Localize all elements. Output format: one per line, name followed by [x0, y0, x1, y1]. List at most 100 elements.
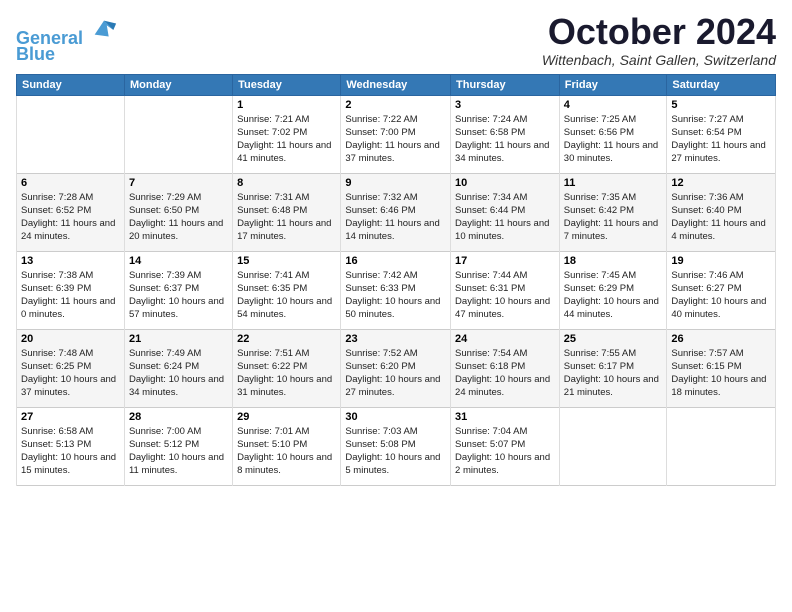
day-number: 6 — [21, 177, 120, 189]
day-number: 17 — [455, 255, 555, 267]
cell-3-6: 26 Sunrise: 7:57 AMSunset: 6:15 PMDayligh… — [667, 329, 776, 407]
cell-content: Sunrise: 7:42 AMSunset: 6:33 PMDaylight:… — [345, 270, 440, 321]
cell-content: Sunrise: 7:21 AMSunset: 7:02 PMDaylight:… — [237, 114, 331, 165]
day-number: 5 — [671, 99, 771, 111]
day-number: 10 — [455, 177, 555, 189]
cell-4-1: 28 Sunrise: 7:00 AMSunset: 5:12 PMDayligh… — [124, 407, 232, 485]
cell-2-0: 13Sunrise: 7:38 AMSunset: 6:39 PMDayligh… — [17, 251, 125, 329]
cell-1-3: 9Sunrise: 7:32 AMSunset: 6:46 PMDaylight… — [341, 173, 451, 251]
cell-1-5: 11 Sunrise: 7:35 AMSunset: 6:42 PMDayligh… — [559, 173, 667, 251]
day-number: 25 — [564, 333, 663, 345]
cell-content: Sunrise: 7:29 AMSunset: 6:50 PMDaylight:… — [129, 192, 223, 243]
cell-0-2: 1 Sunrise: 7:21 AMSunset: 7:02 PMDaylight… — [233, 95, 341, 173]
logo-bird-icon — [90, 16, 118, 44]
cell-content: Sunrise: 7:34 AMSunset: 6:44 PMDaylight:… — [455, 192, 549, 243]
cell-0-1 — [124, 95, 232, 173]
cell-3-3: 23 Sunrise: 7:52 AMSunset: 6:20 PMDayligh… — [341, 329, 451, 407]
cell-content: Sunrise: 7:36 AMSunset: 6:40 PMDaylight:… — [671, 192, 765, 243]
calendar-table: Sunday Monday Tuesday Wednesday Thursday… — [16, 74, 776, 486]
cell-content: Sunrise: 7:31 AMSunset: 6:48 PMDaylight:… — [237, 192, 331, 243]
day-number: 15 — [237, 255, 336, 267]
day-number: 11 — [564, 177, 663, 189]
cell-4-2: 29 Sunrise: 7:01 AMSunset: 5:10 PMDayligh… — [233, 407, 341, 485]
cell-0-5: 4 Sunrise: 7:25 AMSunset: 6:56 PMDaylight… — [559, 95, 667, 173]
cell-content: Sunrise: 7:03 AMSunset: 5:08 PMDaylight:… — [345, 426, 440, 477]
cell-1-6: 12 Sunrise: 7:36 AMSunset: 6:40 PMDayligh… — [667, 173, 776, 251]
cell-content: Sunrise: 7:22 AMSunset: 7:00 PMDaylight:… — [345, 114, 439, 165]
cell-content: Sunrise: 7:32 AMSunset: 6:46 PMDaylight:… — [345, 192, 439, 243]
cell-1-2: 8 Sunrise: 7:31 AMSunset: 6:48 PMDaylight… — [233, 173, 341, 251]
cell-2-5: 18Sunrise: 7:45 AMSunset: 6:29 PMDayligh… — [559, 251, 667, 329]
day-number: 2 — [345, 99, 446, 111]
cell-content: Sunrise: 7:48 AMSunset: 6:25 PMDaylight:… — [21, 348, 116, 399]
cell-content: Sunrise: 7:45 AMSunset: 6:29 PMDaylight:… — [564, 270, 659, 321]
cell-content: Sunrise: 7:00 AMSunset: 5:12 PMDaylight:… — [129, 426, 224, 477]
day-number: 1 — [237, 99, 336, 111]
day-number: 30 — [345, 411, 446, 423]
header: General Blue October 2024 Wittenbach, Sa… — [16, 12, 776, 68]
cell-content: Sunrise: 7:39 AMSunset: 6:37 PMDaylight:… — [129, 270, 224, 321]
day-number: 21 — [129, 333, 228, 345]
col-saturday: Saturday — [667, 74, 776, 95]
month-title: October 2024 — [542, 12, 776, 52]
location: Wittenbach, Saint Gallen, Switzerland — [542, 52, 776, 68]
cell-content: Sunrise: 7:01 AMSunset: 5:10 PMDaylight:… — [237, 426, 332, 477]
day-number: 26 — [671, 333, 771, 345]
cell-content: Sunrise: 7:38 AMSunset: 6:39 PMDaylight:… — [21, 270, 115, 321]
cell-content: Sunrise: 7:46 AMSunset: 6:27 PMDaylight:… — [671, 270, 766, 321]
day-number: 28 — [129, 411, 228, 423]
col-friday: Friday — [559, 74, 667, 95]
cell-content: Sunrise: 7:49 AMSunset: 6:24 PMDaylight:… — [129, 348, 224, 399]
week-row-4: 27Sunrise: 6:58 AMSunset: 5:13 PMDayligh… — [17, 407, 776, 485]
cell-2-1: 14Sunrise: 7:39 AMSunset: 6:37 PMDayligh… — [124, 251, 232, 329]
week-row-1: 6 Sunrise: 7:28 AMSunset: 6:52 PMDaylight… — [17, 173, 776, 251]
cell-3-5: 25 Sunrise: 7:55 AMSunset: 6:17 PMDayligh… — [559, 329, 667, 407]
day-number: 16 — [345, 255, 446, 267]
day-number: 12 — [671, 177, 771, 189]
day-number: 20 — [21, 333, 120, 345]
page: General Blue October 2024 Wittenbach, Sa… — [0, 0, 792, 498]
cell-content: Sunrise: 7:28 AMSunset: 6:52 PMDaylight:… — [21, 192, 115, 243]
week-row-2: 13Sunrise: 7:38 AMSunset: 6:39 PMDayligh… — [17, 251, 776, 329]
logo: General Blue — [16, 16, 118, 65]
day-number: 4 — [564, 99, 663, 111]
cell-content: Sunrise: 7:24 AMSunset: 6:58 PMDaylight:… — [455, 114, 549, 165]
cell-2-4: 17Sunrise: 7:44 AMSunset: 6:31 PMDayligh… — [451, 251, 560, 329]
cell-content: Sunrise: 7:25 AMSunset: 6:56 PMDaylight:… — [564, 114, 658, 165]
cell-0-3: 2 Sunrise: 7:22 AMSunset: 7:00 PMDaylight… — [341, 95, 451, 173]
day-number: 8 — [237, 177, 336, 189]
col-thursday: Thursday — [451, 74, 560, 95]
day-number: 22 — [237, 333, 336, 345]
cell-1-1: 7 Sunrise: 7:29 AMSunset: 6:50 PMDaylight… — [124, 173, 232, 251]
cell-content: Sunrise: 7:04 AMSunset: 5:07 PMDaylight:… — [455, 426, 550, 477]
cell-3-1: 21 Sunrise: 7:49 AMSunset: 6:24 PMDayligh… — [124, 329, 232, 407]
cell-4-5 — [559, 407, 667, 485]
col-tuesday: Tuesday — [233, 74, 341, 95]
cell-content: Sunrise: 7:52 AMSunset: 6:20 PMDaylight:… — [345, 348, 440, 399]
cell-0-6: 5 Sunrise: 7:27 AMSunset: 6:54 PMDaylight… — [667, 95, 776, 173]
cell-content: Sunrise: 7:27 AMSunset: 6:54 PMDaylight:… — [671, 114, 765, 165]
cell-2-2: 15Sunrise: 7:41 AMSunset: 6:35 PMDayligh… — [233, 251, 341, 329]
cell-3-2: 22 Sunrise: 7:51 AMSunset: 6:22 PMDayligh… — [233, 329, 341, 407]
cell-content: Sunrise: 7:35 AMSunset: 6:42 PMDaylight:… — [564, 192, 658, 243]
cell-4-6 — [667, 407, 776, 485]
day-number: 23 — [345, 333, 446, 345]
cell-content: Sunrise: 7:54 AMSunset: 6:18 PMDaylight:… — [455, 348, 550, 399]
cell-4-0: 27Sunrise: 6:58 AMSunset: 5:13 PMDayligh… — [17, 407, 125, 485]
week-row-3: 20 Sunrise: 7:48 AMSunset: 6:25 PMDayligh… — [17, 329, 776, 407]
cell-content: Sunrise: 7:55 AMSunset: 6:17 PMDaylight:… — [564, 348, 659, 399]
cell-content: Sunrise: 7:57 AMSunset: 6:15 PMDaylight:… — [671, 348, 766, 399]
cell-3-4: 24Sunrise: 7:54 AMSunset: 6:18 PMDayligh… — [451, 329, 560, 407]
cell-content: Sunrise: 7:51 AMSunset: 6:22 PMDaylight:… — [237, 348, 332, 399]
day-number: 31 — [455, 411, 555, 423]
cell-content: Sunrise: 6:58 AMSunset: 5:13 PMDaylight:… — [21, 426, 116, 477]
day-number: 7 — [129, 177, 228, 189]
cell-0-4: 3Sunrise: 7:24 AMSunset: 6:58 PMDaylight… — [451, 95, 560, 173]
cell-2-3: 16 Sunrise: 7:42 AMSunset: 6:33 PMDayligh… — [341, 251, 451, 329]
title-block: October 2024 Wittenbach, Saint Gallen, S… — [542, 12, 776, 68]
cell-2-6: 19Sunrise: 7:46 AMSunset: 6:27 PMDayligh… — [667, 251, 776, 329]
cell-0-0 — [17, 95, 125, 173]
col-sunday: Sunday — [17, 74, 125, 95]
cell-1-0: 6 Sunrise: 7:28 AMSunset: 6:52 PMDaylight… — [17, 173, 125, 251]
day-number: 29 — [237, 411, 336, 423]
